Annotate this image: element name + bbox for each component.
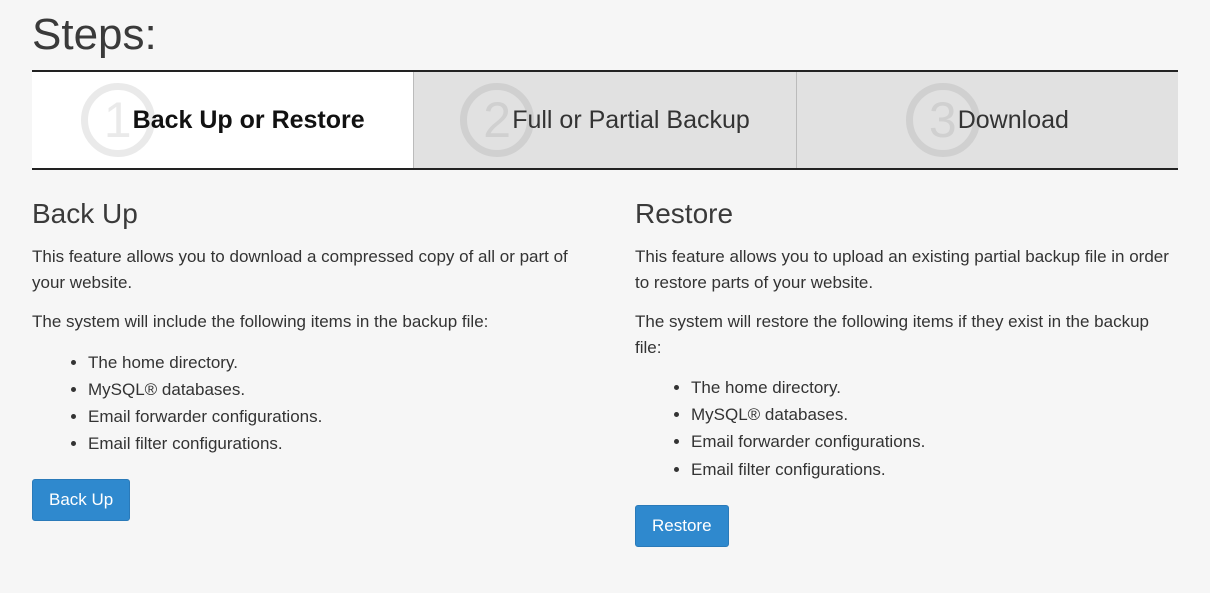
step-tab-full-or-partial[interactable]: 2 Full or Partial Backup [414,72,796,168]
list-item: Email forwarder configurations. [88,403,575,430]
list-item: Email forwarder configurations. [691,428,1178,455]
list-item: Email filter configurations. [88,430,575,457]
step-label: Back Up or Restore [133,106,365,135]
restore-list-intro: The system will restore the following it… [635,309,1178,360]
restore-description: This feature allows you to upload an exi… [635,244,1178,295]
list-item: MySQL® databases. [88,376,575,403]
restore-column: Restore This feature allows you to uploa… [635,198,1178,547]
backup-column: Back Up This feature allows you to downl… [32,198,575,547]
backup-wizard-page: Steps: 1 Back Up or Restore 2 Full or Pa… [0,0,1210,567]
list-item: MySQL® databases. [691,401,1178,428]
backup-item-list: The home directory. MySQL® databases. Em… [32,349,575,458]
step-tabs: 1 Back Up or Restore 2 Full or Partial B… [32,70,1178,170]
step-number-label: 2 [483,95,511,145]
backup-heading: Back Up [32,198,575,230]
back-up-button[interactable]: Back Up [32,479,130,521]
restore-button[interactable]: Restore [635,505,729,547]
list-item: The home directory. [691,374,1178,401]
backup-description: This feature allows you to download a co… [32,244,575,295]
step-number-label: 1 [104,95,132,145]
step-number-label: 3 [929,95,957,145]
backup-list-intro: The system will include the following it… [32,309,575,335]
step-label: Full or Partial Backup [512,106,750,135]
restore-heading: Restore [635,198,1178,230]
content-columns: Back Up This feature allows you to downl… [32,198,1178,547]
restore-item-list: The home directory. MySQL® databases. Em… [635,374,1178,483]
list-item: Email filter configurations. [691,456,1178,483]
step-tab-backup-or-restore[interactable]: 1 Back Up or Restore [32,72,414,168]
step-tab-download[interactable]: 3 Download [797,72,1178,168]
step-label: Download [958,106,1069,135]
page-title: Steps: [32,10,1178,60]
list-item: The home directory. [88,349,575,376]
